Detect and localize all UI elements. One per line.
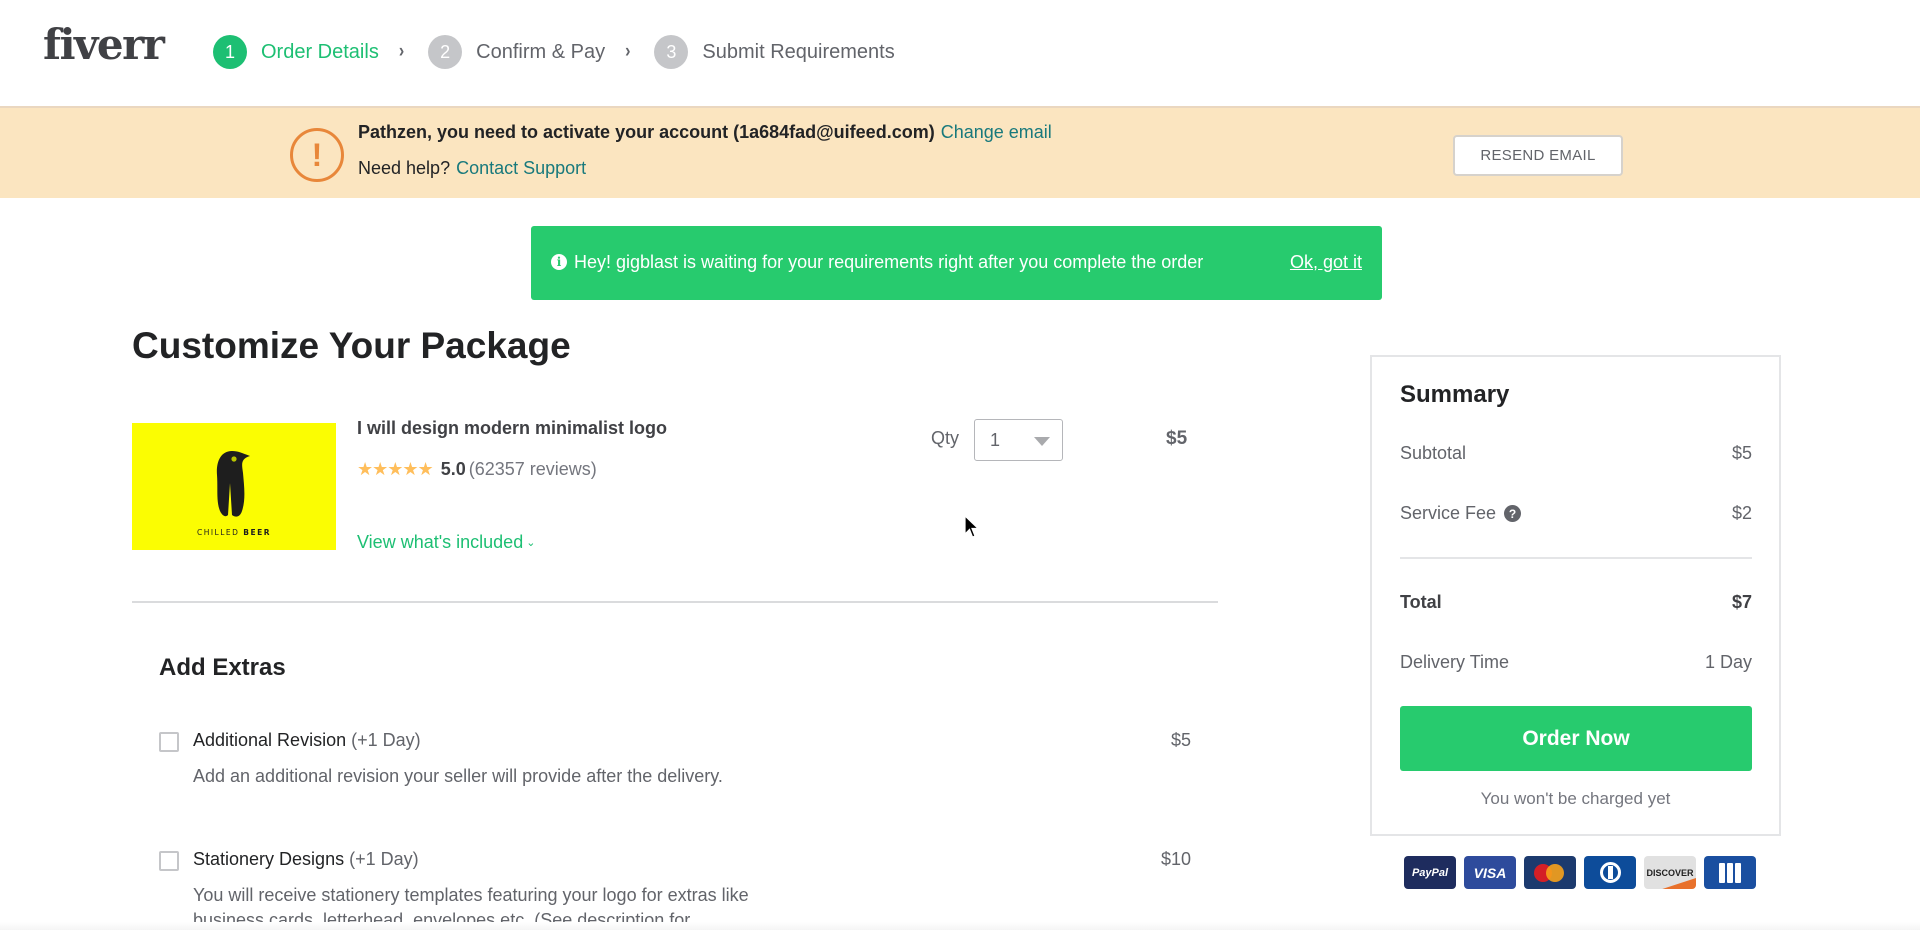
checkout-steps: 1 Order Details › 2 Confirm & Pay › 3 Su… bbox=[213, 35, 895, 69]
fiverr-logo[interactable]: fiverr bbox=[43, 20, 165, 70]
discover-icon: DISCOVER bbox=[1644, 856, 1696, 889]
summary-divider bbox=[1400, 557, 1752, 559]
extra-price: $10 bbox=[1160, 849, 1191, 869]
info-icon: i bbox=[551, 254, 567, 270]
service-fee-label-group: Service Fee? bbox=[1400, 503, 1522, 524]
mouse-cursor-icon bbox=[964, 515, 980, 538]
star-rating-icon: ★★★★★ bbox=[357, 459, 434, 479]
requirements-notice: i Hey! gigblast is waiting for your requ… bbox=[531, 226, 1382, 300]
package-price: $5 bbox=[1166, 428, 1188, 449]
step-label: Submit Requirements bbox=[702, 40, 895, 63]
step-number-badge: 3 bbox=[654, 35, 689, 69]
paypal-icon: PayPal bbox=[1404, 856, 1456, 889]
extra-name: Stationery Designs (+1 Day) bbox=[193, 849, 419, 869]
view-included-link[interactable]: View what's included ⌄ bbox=[357, 532, 535, 553]
activation-message-line: Pathzen, you need to activate your accou… bbox=[358, 122, 1052, 143]
chevron-right-icon: › bbox=[398, 41, 405, 62]
jcb-icon bbox=[1704, 856, 1756, 889]
order-now-button[interactable]: Order Now bbox=[1400, 706, 1752, 771]
extra-checkbox[interactable] bbox=[159, 732, 179, 752]
subtotal-label: Subtotal bbox=[1400, 443, 1467, 463]
quantity-value: 1 bbox=[990, 430, 1001, 450]
charge-note: You won't be charged yet bbox=[1480, 789, 1671, 808]
top-header: fiverr 1 Order Details › 2 Confirm & Pay… bbox=[0, 0, 1920, 106]
chevron-down-icon: ⌄ bbox=[526, 537, 536, 549]
quantity-label: Qty bbox=[931, 428, 960, 448]
extras-title: Add Extras bbox=[159, 654, 286, 681]
view-included-label: View what's included bbox=[357, 532, 524, 552]
extra-price: $5 bbox=[1170, 730, 1191, 750]
gig-rating: ★★★★★ 5.0 (62357 reviews) bbox=[357, 459, 597, 480]
extra-description: Add an additional revision your seller w… bbox=[193, 766, 723, 786]
thumbnail-caption: CHILLED BEER bbox=[197, 528, 271, 537]
exclamation-circle-icon: ! bbox=[290, 128, 344, 182]
contact-support-link[interactable]: Contact Support bbox=[456, 158, 586, 178]
rating-score: 5.0 bbox=[440, 459, 466, 479]
change-email-link[interactable]: Change email bbox=[941, 122, 1052, 142]
footer-shadow bbox=[0, 922, 1920, 930]
extra-checkbox[interactable] bbox=[159, 851, 179, 871]
extra-delivery-meta: (+1 Day) bbox=[346, 730, 421, 750]
review-count: (62357 reviews) bbox=[468, 459, 597, 479]
total-value: $7 bbox=[1731, 592, 1752, 612]
chevron-right-icon: › bbox=[625, 41, 631, 62]
step-number-badge: 2 bbox=[428, 35, 463, 69]
caret-down-icon bbox=[1034, 437, 1050, 446]
delivery-time-value: 1 Day bbox=[1704, 652, 1752, 672]
total-label: Total bbox=[1400, 592, 1442, 612]
order-summary-panel: Summary Subtotal $5 Service Fee? $2 Tota… bbox=[1370, 355, 1781, 836]
extra-name: Additional Revision (+1 Day) bbox=[193, 730, 421, 750]
payment-methods: PayPal VISA DISCOVER bbox=[1404, 856, 1756, 889]
subtotal-value: $5 bbox=[1731, 443, 1752, 463]
service-fee-value: $2 bbox=[1731, 503, 1752, 523]
diners-club-icon bbox=[1584, 856, 1636, 889]
service-fee-label: Service Fee bbox=[1400, 503, 1497, 523]
resend-email-button[interactable]: RESEND EMAIL bbox=[1453, 135, 1623, 176]
activation-message: Pathzen, you need to activate your accou… bbox=[358, 122, 935, 142]
visa-icon: VISA bbox=[1464, 856, 1516, 889]
step-order-details: 1 Order Details bbox=[213, 35, 379, 69]
step-label: Order Details bbox=[261, 40, 379, 63]
extra-delivery-meta: (+1 Day) bbox=[344, 849, 419, 869]
gig-thumbnail[interactable]: CHILLED BEER bbox=[132, 423, 336, 550]
delivery-time-label: Delivery Time bbox=[1400, 652, 1510, 672]
penguin-logo-image: CHILLED BEER bbox=[132, 423, 336, 550]
exclamation-glyph: ! bbox=[311, 137, 323, 173]
step-submit-requirements: 3 Submit Requirements bbox=[654, 35, 895, 69]
step-number-badge: 1 bbox=[213, 35, 247, 69]
dismiss-notice-link[interactable]: Ok, got it bbox=[1290, 252, 1362, 273]
help-line: Need help? Contact Support bbox=[358, 158, 586, 179]
summary-title: Summary bbox=[1400, 381, 1510, 408]
help-prefix: Need help? bbox=[358, 158, 451, 178]
step-confirm-pay: 2 Confirm & Pay bbox=[428, 35, 605, 69]
section-divider bbox=[132, 601, 1218, 603]
quantity-select[interactable]: 1 bbox=[974, 419, 1063, 461]
mastercard-icon bbox=[1524, 856, 1576, 889]
gig-title[interactable]: I will design modern minimalist logo bbox=[357, 418, 667, 439]
page-title: Customize Your Package bbox=[132, 325, 571, 366]
question-circle-icon[interactable]: ? bbox=[1504, 505, 1522, 522]
step-label: Confirm & Pay bbox=[476, 40, 606, 63]
activation-banner: ! Pathzen, you need to activate your acc… bbox=[0, 106, 1920, 198]
notice-message: Hey! gigblast is waiting for your requir… bbox=[574, 252, 1204, 272]
